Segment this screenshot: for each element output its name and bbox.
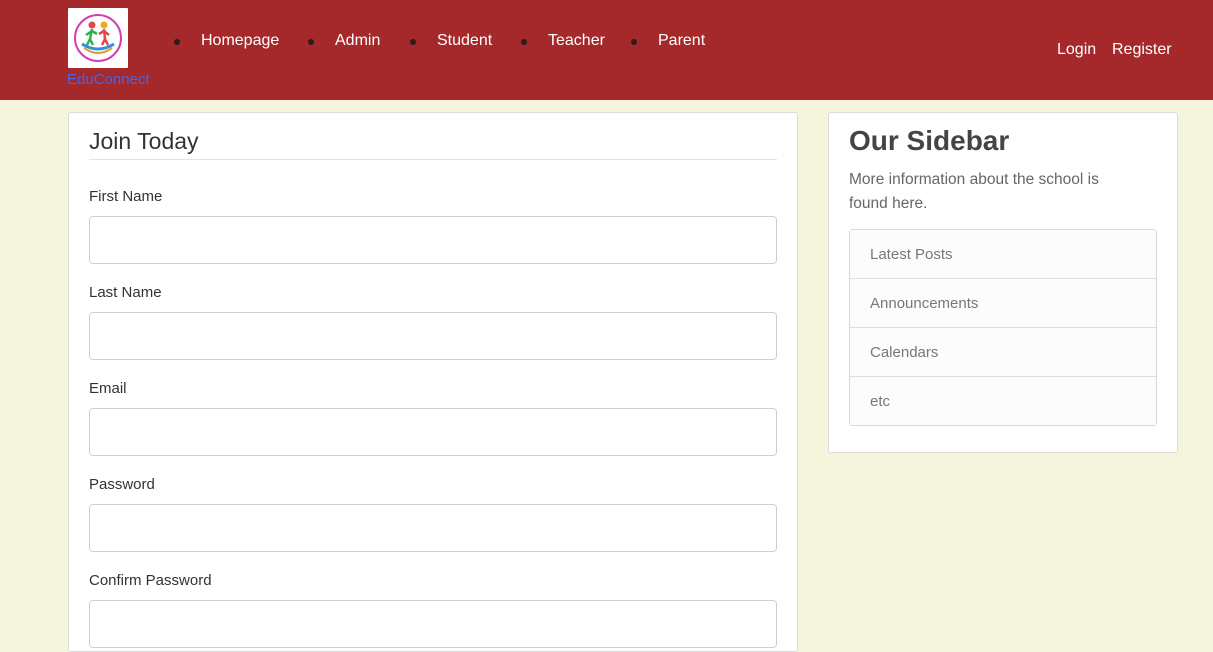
nav-item-label[interactable]: Parent [658,32,705,50]
register-link[interactable]: Register [1112,41,1172,59]
email-input[interactable] [89,408,777,456]
nav-item-label[interactable]: Student [437,32,492,50]
sidebar-title: Our Sidebar [849,125,1010,156]
last-name-label: Last Name [89,284,162,301]
confirm-password-label: Confirm Password [89,572,212,589]
school-logo-icon[interactable] [68,8,128,68]
bullet-icon [631,39,637,45]
form-title: Join Today [89,128,199,154]
bullet-icon [521,39,527,45]
sidebar-item-latest-posts[interactable]: Latest Posts [850,230,1156,278]
sidebar-item-calendars[interactable]: Calendars [850,327,1156,376]
sidebar-description: More information about the school is fou… [849,171,1099,212]
email-label: Email [89,380,127,397]
sidebar-item-announcements[interactable]: Announcements [850,278,1156,327]
password-input[interactable] [89,504,777,552]
last-name-input[interactable] [89,312,777,360]
first-name-label: First Name [89,188,163,205]
sidebar-list: Latest Posts Announcements Calendars etc [849,229,1157,426]
bullet-icon [308,39,314,45]
login-link[interactable]: Login [1057,41,1096,59]
sidebar-item-etc[interactable]: etc [850,376,1156,425]
password-label: Password [89,476,155,493]
title-divider [89,159,777,160]
sidebar-card: Our Sidebar More information about the s… [828,112,1178,453]
nav-item-label[interactable]: Teacher [548,32,605,50]
nav-item-label[interactable]: Admin [335,32,380,50]
first-name-input[interactable] [89,216,777,264]
join-form-card: Join Today First Name Last Name Email Pa… [68,112,798,652]
nav-item-label[interactable]: Homepage [201,32,279,50]
brand-name[interactable]: EduConnect [67,71,150,88]
confirm-password-input[interactable] [89,600,777,648]
top-navbar: EduConnect Homepage Admin Student Teache… [0,0,1213,100]
bullet-icon [174,39,180,45]
bullet-icon [410,39,416,45]
